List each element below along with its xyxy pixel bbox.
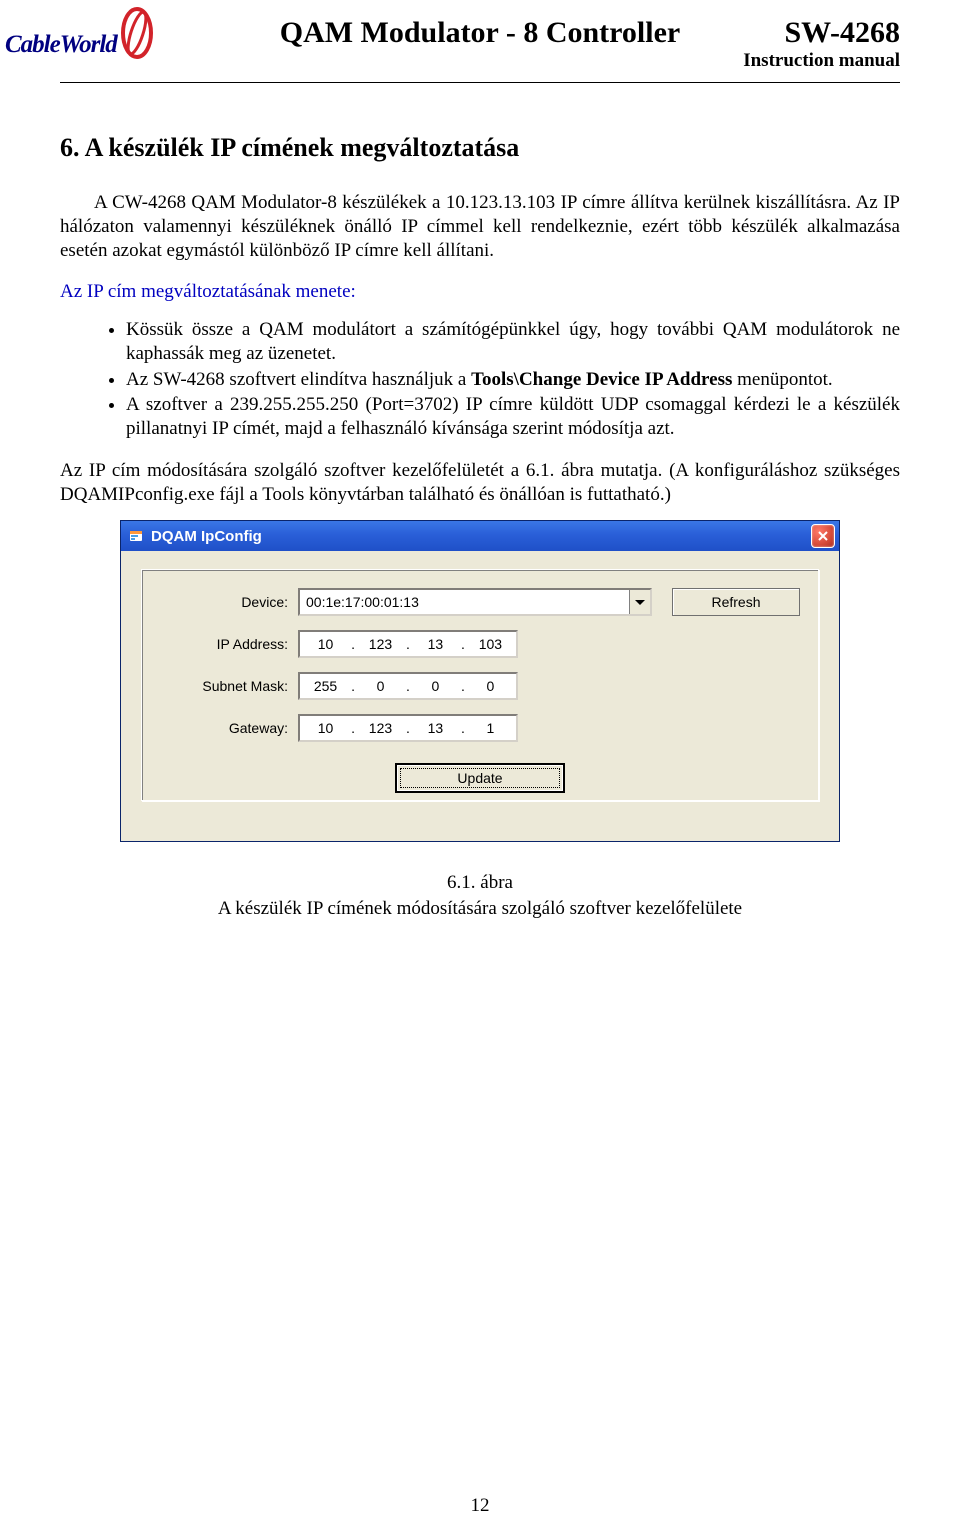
- ip-octet-1[interactable]: 10: [308, 636, 344, 652]
- label-gateway: Gateway:: [160, 720, 298, 736]
- update-row: Update: [396, 764, 564, 792]
- bullet-3: A szoftver a 239.255.255.250 (Port=3702)…: [126, 393, 900, 441]
- doc-subtitle: Instruction manual: [743, 50, 900, 72]
- row-subnet: Subnet Mask: 255. 0. 0. 0: [160, 672, 800, 700]
- page-header: CableWorld QAM Modulator - 8 Controller …: [60, 10, 900, 80]
- paragraph-2-blue: Az IP cím megváltoztatásának menete:: [60, 280, 900, 304]
- ip-octet-4[interactable]: 103: [472, 636, 508, 652]
- device-combobox[interactable]: 00:1e:17:00:01:13: [298, 588, 652, 616]
- combo-arrow[interactable]: [629, 590, 650, 614]
- bullet-2: Az SW-4268 szoftvert elindítva használju…: [126, 368, 900, 392]
- bullet-2-post: menüpontot.: [732, 369, 832, 390]
- figure-caption: 6.1. ábra A készülék IP címének módosítá…: [60, 870, 900, 921]
- caption-line1: 6.1. ábra: [447, 872, 513, 893]
- config-panel: Device: 00:1e:17:00:01:13 Refresh IP Add…: [141, 569, 819, 801]
- gateway-octet-2[interactable]: 123: [362, 720, 398, 736]
- close-button[interactable]: [811, 524, 835, 548]
- bullet-1: Kössük össze a QAM modulátort a számítóg…: [126, 318, 900, 366]
- bullet-list: Kössük össze a QAM modulátort a számítóg…: [60, 318, 900, 441]
- header-rule: [60, 82, 900, 83]
- bullet-2-bold: Tools\Change Device IP Address: [471, 369, 732, 390]
- row-device: Device: 00:1e:17:00:01:13 Refresh: [160, 588, 800, 616]
- bullet-2-pre: Az SW-4268 szoftvert elindítva használju…: [126, 369, 471, 390]
- paragraph-1: A CW-4268 QAM Modulator-8 készülékek a 1…: [60, 191, 900, 262]
- caption-line2: A készülék IP címének módosítására szolg…: [218, 898, 742, 919]
- label-device: Device:: [160, 594, 298, 610]
- doc-title: QAM Modulator - 8 Controller: [60, 10, 900, 50]
- section-title: 6. A készülék IP címének megváltoztatása: [60, 133, 900, 163]
- label-ip: IP Address:: [160, 636, 298, 652]
- row-gateway: Gateway: 10. 123. 13. 1: [160, 714, 800, 742]
- device-value: 00:1e:17:00:01:13: [306, 594, 419, 610]
- window-app-icon: [127, 527, 145, 545]
- logo-swish-icon: [120, 7, 154, 59]
- gateway-octet-1[interactable]: 10: [308, 720, 344, 736]
- subnet-octet-1[interactable]: 255: [308, 678, 344, 694]
- label-subnet: Subnet Mask:: [160, 678, 298, 694]
- ip-address-input[interactable]: 10. 123. 13. 103: [298, 630, 518, 658]
- close-icon: [818, 531, 828, 541]
- row-ip: IP Address: 10. 123. 13. 103: [160, 630, 800, 658]
- page-number: 12: [0, 1495, 960, 1517]
- doc-sw-number: SW-4268: [784, 16, 900, 50]
- ip-octet-3[interactable]: 13: [417, 636, 453, 652]
- subnet-octet-3[interactable]: 0: [417, 678, 453, 694]
- chevron-down-icon: [635, 600, 645, 605]
- window-body: Device: 00:1e:17:00:01:13 Refresh IP Add…: [121, 551, 839, 841]
- gateway-octet-4[interactable]: 1: [472, 720, 508, 736]
- update-button[interactable]: Update: [396, 764, 564, 792]
- subnet-mask-input[interactable]: 255. 0. 0. 0: [298, 672, 518, 700]
- window-title-text: DQAM IpConfig: [151, 528, 262, 545]
- logo-text: CableWorld: [5, 31, 117, 59]
- window: DQAM IpConfig Device: 00:1e:17:00:01:13: [120, 520, 840, 842]
- subnet-octet-2[interactable]: 0: [362, 678, 398, 694]
- dialog-screenshot: DQAM IpConfig Device: 00:1e:17:00:01:13: [120, 520, 840, 842]
- subnet-octet-4[interactable]: 0: [472, 678, 508, 694]
- window-titlebar: DQAM IpConfig: [121, 521, 839, 551]
- refresh-button[interactable]: Refresh: [672, 588, 800, 616]
- logo: CableWorld: [5, 8, 175, 60]
- gateway-input[interactable]: 10. 123. 13. 1: [298, 714, 518, 742]
- ip-octet-2[interactable]: 123: [362, 636, 398, 652]
- gateway-octet-3[interactable]: 13: [417, 720, 453, 736]
- paragraph-3: Az IP cím módosítására szolgáló szoftver…: [60, 459, 900, 507]
